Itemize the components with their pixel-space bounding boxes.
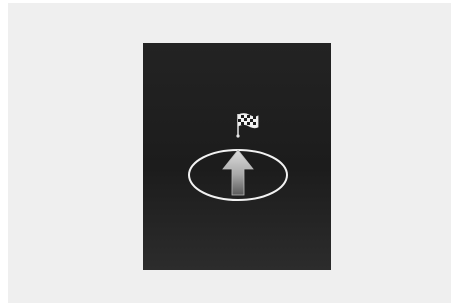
navigation-graphic	[188, 113, 288, 201]
navigation-display	[143, 43, 331, 270]
straight-ahead-arrow-icon	[222, 149, 254, 196]
screenshot-background	[8, 3, 451, 303]
checkered-flag-icon	[236, 113, 259, 138]
